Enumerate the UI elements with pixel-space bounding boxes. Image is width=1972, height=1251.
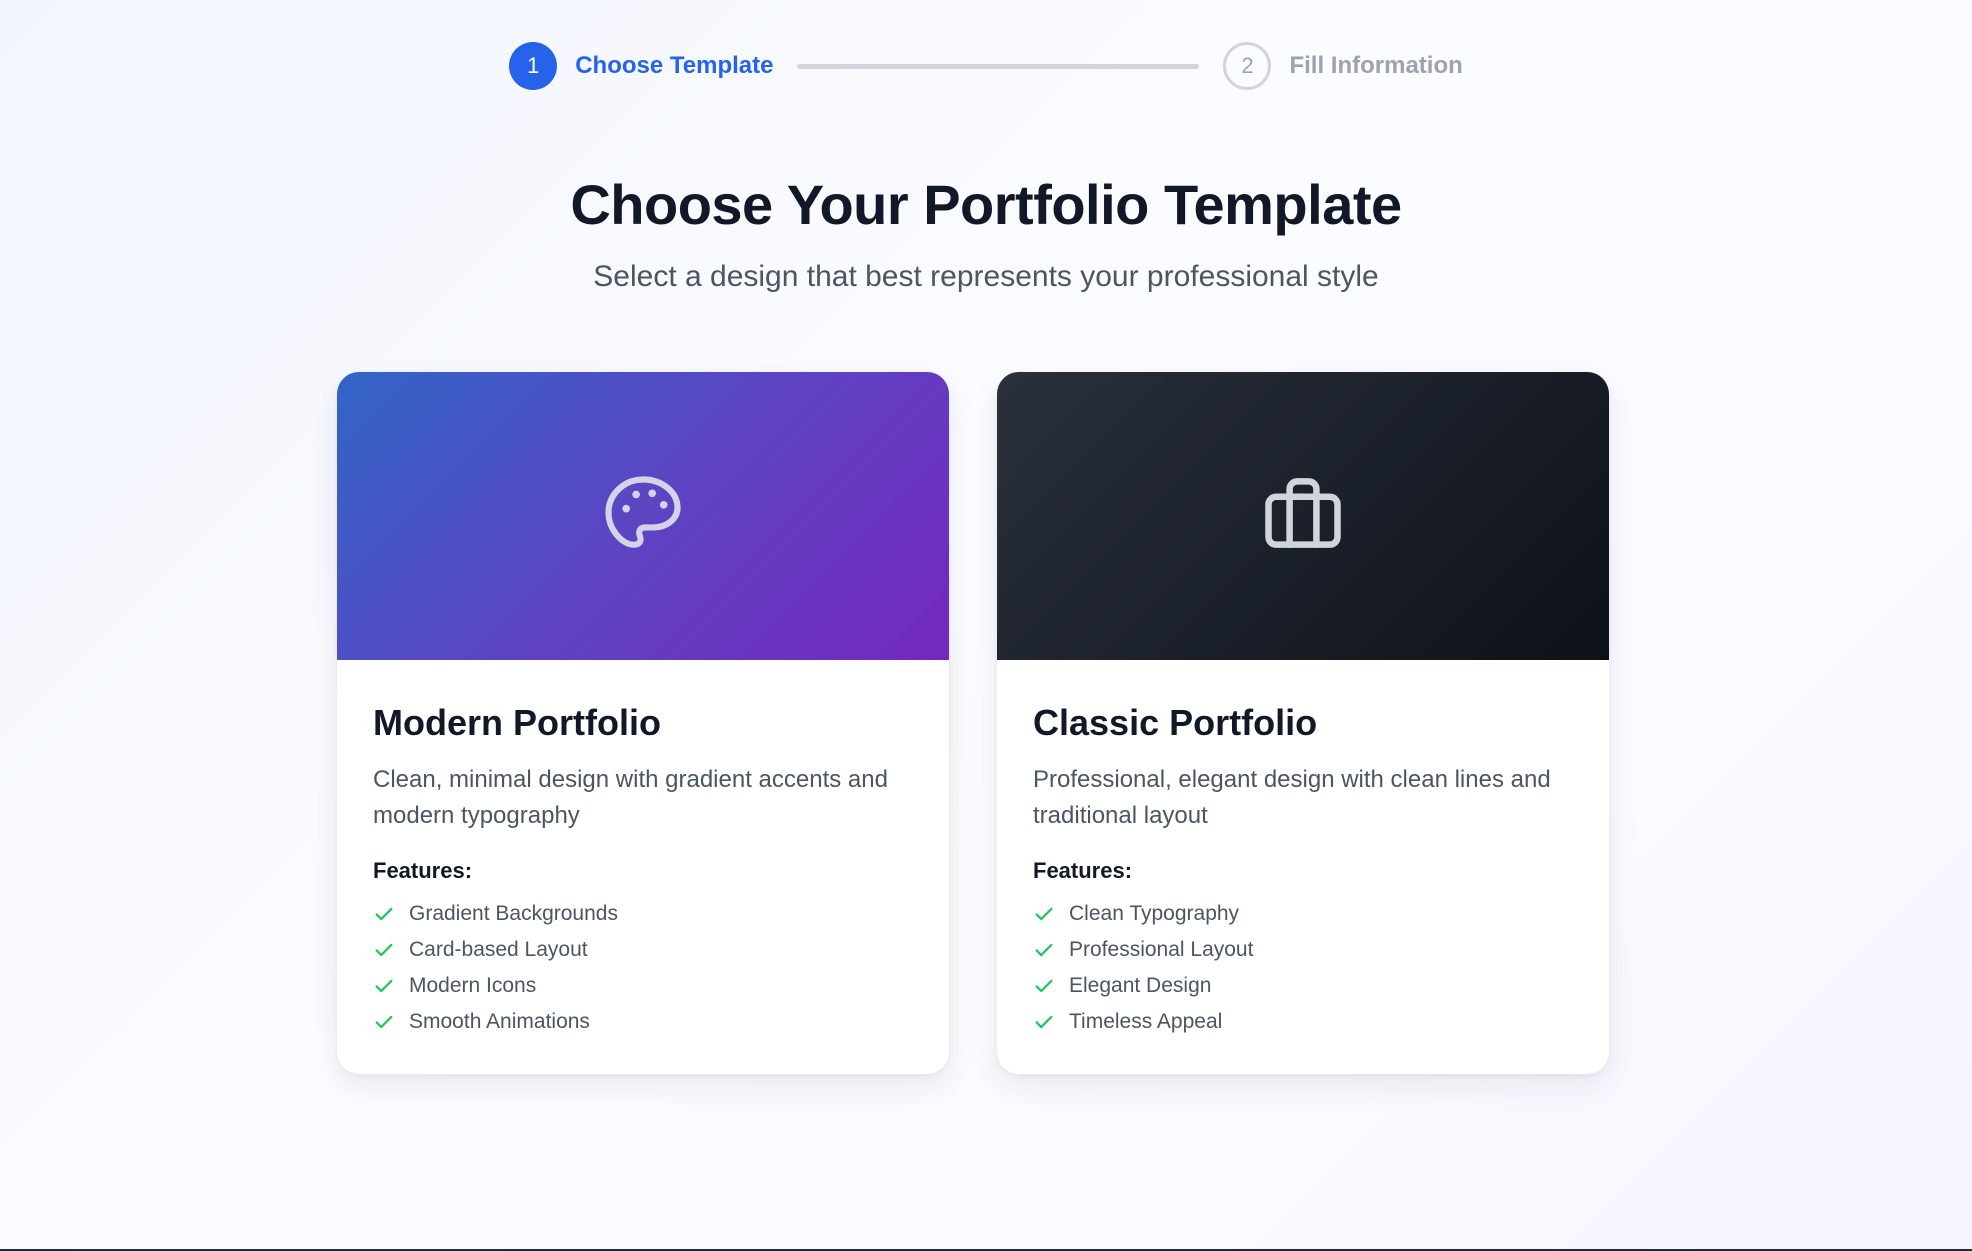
card-hero <box>337 372 949 660</box>
briefcase-icon <box>1257 468 1349 565</box>
step-number-badge: 1 <box>509 42 558 90</box>
page-title: Choose Your Portfolio Template <box>570 173 1402 236</box>
feature-label: Modern Icons <box>409 974 537 997</box>
feature-label: Timeless Appeal <box>1069 1010 1223 1033</box>
check-icon <box>375 907 393 921</box>
template-card-modern[interactable]: Modern Portfolio Clean, minimal design w… <box>337 372 949 1074</box>
step-label: Fill Information <box>1289 52 1463 79</box>
page-subtitle: Select a design that best represents you… <box>593 260 1379 293</box>
feature-label: Professional Layout <box>1069 938 1254 961</box>
features-heading: Features: <box>373 858 473 883</box>
card-hero <box>997 372 1609 660</box>
step-label: Choose Template <box>575 52 774 79</box>
check-icon <box>375 1015 393 1029</box>
template-card-classic[interactable]: Classic Portfolio Professional, elegant … <box>997 372 1609 1074</box>
card-description: Professional, elegant design with clean … <box>1033 766 1551 829</box>
feature-item: Smooth Animations <box>373 1004 913 1040</box>
feature-item: Clean Typography <box>1033 896 1573 932</box>
features-heading: Features: <box>1033 858 1133 883</box>
feature-item: Gradient Backgrounds <box>373 896 913 932</box>
card-description: Clean, minimal design with gradient acce… <box>373 766 888 829</box>
feature-label: Elegant Design <box>1069 974 1212 997</box>
feature-label: Clean Typography <box>1069 902 1240 925</box>
card-title: Modern Portfolio <box>373 702 661 743</box>
check-icon <box>375 943 393 957</box>
step-fill-information[interactable]: 2 Fill Information <box>1223 42 1463 90</box>
feature-item: Modern Icons <box>373 968 913 1004</box>
step-number-badge: 2 <box>1223 42 1272 90</box>
step-choose-template[interactable]: 1 Choose Template <box>509 42 773 90</box>
check-icon <box>1035 907 1053 921</box>
feature-label: Smooth Animations <box>409 1010 590 1033</box>
check-icon <box>1035 979 1053 993</box>
card-title: Classic Portfolio <box>1033 702 1318 743</box>
features-list: Clean Typography Professional Layout Ele… <box>1033 896 1573 1040</box>
feature-label: Gradient Backgrounds <box>409 902 618 925</box>
check-icon <box>1035 1015 1053 1029</box>
feature-item: Elegant Design <box>1033 968 1573 1004</box>
features-list: Gradient Backgrounds Card-based Layout M… <box>373 896 913 1040</box>
feature-label: Card-based Layout <box>409 938 588 961</box>
progress-stepper: 1 Choose Template 2 Fill Information <box>0 42 1972 90</box>
feature-item: Card-based Layout <box>373 932 913 968</box>
feature-item: Professional Layout <box>1033 932 1573 968</box>
check-icon <box>1035 943 1053 957</box>
step-connector <box>797 63 1200 69</box>
feature-item: Timeless Appeal <box>1033 1004 1573 1040</box>
check-icon <box>375 979 393 993</box>
palette-icon <box>597 468 689 565</box>
